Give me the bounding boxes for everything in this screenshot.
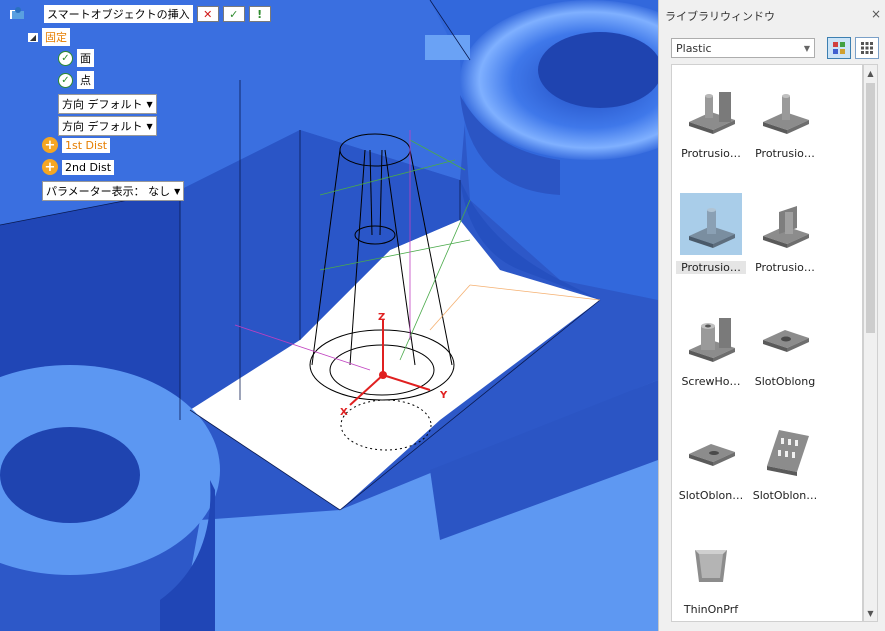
- check-icon: ✓: [58, 50, 73, 66]
- thin-on-profile-icon: [680, 535, 742, 597]
- command-title: スマートオブジェクトの挿入: [44, 5, 193, 23]
- direction1-label: 方向 デフォルト: [62, 98, 143, 111]
- fixed-label: 固定: [42, 28, 70, 46]
- item-label: SlotOblon…: [752, 489, 818, 502]
- item-label: SlotOblon…: [678, 489, 744, 502]
- ok-button[interactable]: ✓: [222, 6, 245, 22]
- slot-oblong-array-icon: [754, 421, 816, 483]
- library-item[interactable]: ThinOnPrf: [676, 535, 746, 616]
- tree-dist2[interactable]: + 2nd Dist: [42, 159, 115, 175]
- item-label: ScrewHo…: [681, 375, 741, 388]
- direction1-dropdown[interactable]: 方向 デフォルト ▼: [58, 94, 157, 114]
- chevron-down-icon: ▼: [174, 186, 181, 196]
- library-item[interactable]: ScrewHo…: [676, 307, 746, 388]
- item-label: Protrusio…: [755, 147, 815, 160]
- library-item[interactable]: Protrusio…: [750, 193, 820, 274]
- direction2-label: 方向 デフォルト: [62, 120, 143, 133]
- library-scrollbar[interactable]: ▲ ▼: [863, 64, 878, 622]
- cancel-button[interactable]: ✕: [196, 6, 219, 22]
- slot-oblong-icon: [754, 307, 816, 369]
- 3d-viewport[interactable]: Z Y X ◢ スマートオブジェクトの挿入 ✕ ✓ ! ◢ 固定 ✓ 面 ✓ 点…: [0, 0, 658, 631]
- plus-icon: +: [42, 137, 58, 153]
- face-label: 面: [77, 49, 94, 67]
- chevron-down-icon: ▼: [146, 99, 153, 109]
- library-item[interactable]: SlotOblon…: [750, 421, 820, 502]
- close-icon[interactable]: ×: [871, 7, 881, 21]
- tree-dist1[interactable]: + 1st Dist: [42, 137, 111, 153]
- library-item[interactable]: SlotOblong: [750, 307, 820, 388]
- category-select[interactable]: Plastic ▼: [671, 38, 815, 58]
- origin-point[interactable]: [379, 371, 387, 379]
- scroll-down-icon[interactable]: ▼: [864, 605, 877, 621]
- z-axis-label: Z: [378, 312, 385, 323]
- info-button[interactable]: !: [248, 6, 271, 22]
- command-header: ◢ スマートオブジェクトの挿入 ✕ ✓ !: [10, 5, 271, 23]
- plus-icon: +: [42, 159, 58, 175]
- x-axis-label: X: [340, 407, 348, 418]
- screw-hole-icon: [680, 307, 742, 369]
- item-label: SlotOblong: [754, 375, 816, 388]
- protrusion-boss-selected-icon: [680, 193, 742, 255]
- scroll-up-icon[interactable]: ▲: [864, 65, 877, 81]
- library-item[interactable]: Protrusio…: [676, 193, 746, 274]
- category-value: Plastic: [676, 41, 712, 55]
- dist2-label: 2nd Dist: [62, 159, 115, 175]
- library-item[interactable]: Protrusio…: [750, 79, 820, 160]
- item-label: Protrusio…: [755, 261, 815, 274]
- large-icons-view-button[interactable]: [827, 37, 851, 59]
- protrusion-boss-icon: [754, 79, 816, 141]
- library-item[interactable]: SlotOblon…: [676, 421, 746, 502]
- scroll-thumb[interactable]: [866, 83, 875, 333]
- item-label: ThinOnPrf: [683, 603, 739, 616]
- param-display-dropdown[interactable]: パラメーター表示： なし ▼: [42, 181, 185, 201]
- check-icon: ✓: [58, 72, 73, 88]
- item-label: Protrusio…: [676, 261, 746, 274]
- grid-small-icon: [861, 42, 873, 54]
- small-icons-view-button[interactable]: [855, 37, 879, 59]
- library-items: Protrusio… Protrusio… Protrusio… Protrus…: [671, 64, 863, 622]
- grid-large-icon: [833, 42, 845, 54]
- slot-oblong-single-icon: [680, 421, 742, 483]
- smart-object-icon: [12, 6, 40, 22]
- tree-face[interactable]: ✓ 面: [58, 49, 94, 67]
- library-item[interactable]: Protrusio…: [676, 79, 746, 160]
- collapse-triangle-icon[interactable]: ◢: [28, 32, 38, 42]
- library-window: ライブラリウィンドウ × Plastic ▼ Protrusio… Protru…: [658, 0, 885, 631]
- item-label: Protrusio…: [681, 147, 741, 160]
- param-display-label: パラメーター表示： なし: [46, 185, 171, 198]
- ring-boss-hole: [538, 32, 658, 108]
- chevron-down-icon: ▼: [803, 43, 810, 53]
- point-label: 点: [77, 71, 94, 89]
- chevron-down-icon: ▼: [146, 121, 153, 131]
- dist1-label: 1st Dist: [62, 137, 111, 153]
- direction2-dropdown[interactable]: 方向 デフォルト ▼: [58, 116, 157, 136]
- tree-fixed[interactable]: ◢ 固定: [28, 28, 70, 46]
- library-title: ライブラリウィンドウ: [665, 10, 775, 23]
- protrusion-rib-icon: [754, 193, 816, 255]
- ring-boss-bottom-hole: [0, 427, 140, 523]
- protrusion-wall-icon: [680, 79, 742, 141]
- y-axis-label: Y: [439, 390, 448, 401]
- tree-point[interactable]: ✓ 点: [58, 71, 94, 89]
- small-tab: [425, 35, 470, 60]
